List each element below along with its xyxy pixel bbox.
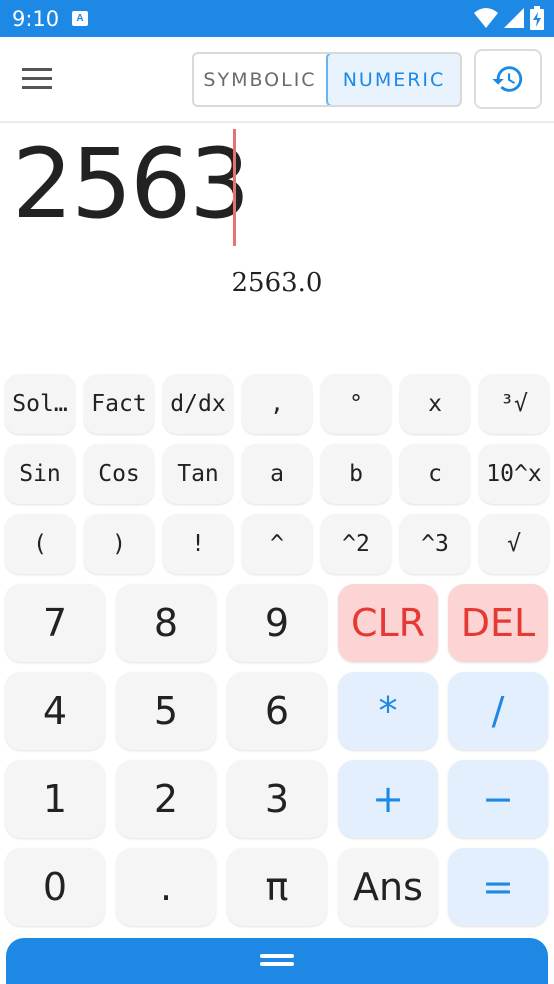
key-2[interactable]: 2 — [116, 760, 216, 838]
drag-handle-icon — [260, 954, 294, 966]
key-a[interactable]: a — [242, 444, 312, 504]
key-equals[interactable]: = — [448, 848, 548, 926]
status-time: 9:10 — [12, 7, 60, 31]
key-b[interactable]: b — [321, 444, 391, 504]
bottom-drawer-handle[interactable] — [6, 938, 548, 984]
key-divide[interactable]: / — [448, 672, 548, 750]
key-cube-root[interactable]: ³√ — [479, 374, 549, 434]
key-decimal[interactable]: . — [116, 848, 216, 926]
key-plus[interactable]: + — [338, 760, 438, 838]
tab-numeric[interactable]: NUMERIC — [326, 54, 460, 105]
key-cos[interactable]: Cos — [84, 444, 154, 504]
wifi-icon — [474, 8, 498, 28]
system-icons — [474, 6, 544, 30]
key-pi[interactable]: π — [227, 848, 327, 926]
key-close-paren[interactable]: ) — [84, 514, 154, 574]
key-7[interactable]: 7 — [5, 584, 105, 662]
notification-icon: A — [72, 11, 88, 26]
key-solve[interactable]: Sol… — [5, 374, 75, 434]
status-bar: 9:10 A — [0, 0, 554, 37]
key-1[interactable]: 1 — [5, 760, 105, 838]
tab-symbolic[interactable]: SYMBOLIC — [194, 54, 326, 105]
app-bar: SYMBOLIC NUMERIC — [0, 37, 554, 123]
history-icon — [492, 66, 523, 92]
key-x[interactable]: x — [400, 374, 470, 434]
key-power[interactable]: ^ — [242, 514, 312, 574]
key-sin[interactable]: Sin — [5, 444, 75, 504]
key-square[interactable]: ^2 — [321, 514, 391, 574]
hamburger-menu-icon[interactable] — [22, 65, 64, 95]
key-8[interactable]: 8 — [116, 584, 216, 662]
key-9[interactable]: 9 — [227, 584, 327, 662]
key-multiply[interactable]: * — [338, 672, 438, 750]
signal-icon — [504, 8, 524, 28]
key-factor[interactable]: Fact — [84, 374, 154, 434]
key-3[interactable]: 3 — [227, 760, 327, 838]
history-button[interactable] — [474, 49, 542, 109]
key-ans[interactable]: Ans — [338, 848, 438, 926]
key-degree[interactable]: ° — [321, 374, 391, 434]
battery-charging-icon — [530, 6, 544, 30]
key-comma[interactable]: , — [242, 374, 312, 434]
text-cursor — [233, 129, 236, 246]
key-tan[interactable]: Tan — [163, 444, 233, 504]
mode-toggle: SYMBOLIC NUMERIC — [192, 52, 462, 107]
expression-input[interactable]: 2563 — [12, 132, 250, 236]
key-5[interactable]: 5 — [116, 672, 216, 750]
key-factorial[interactable]: ! — [163, 514, 233, 574]
key-cube[interactable]: ^3 — [400, 514, 470, 574]
key-6[interactable]: 6 — [227, 672, 327, 750]
key-c[interactable]: c — [400, 444, 470, 504]
key-minus[interactable]: − — [448, 760, 548, 838]
key-4[interactable]: 4 — [5, 672, 105, 750]
delete-button[interactable]: DEL — [448, 584, 548, 662]
key-derivative[interactable]: d/dx — [163, 374, 233, 434]
key-open-paren[interactable]: ( — [5, 514, 75, 574]
key-0[interactable]: 0 — [5, 848, 105, 926]
clear-button[interactable]: CLR — [338, 584, 438, 662]
key-ten-power[interactable]: 10^x — [479, 444, 549, 504]
result-output: 2563.0 — [231, 268, 323, 298]
key-sqrt[interactable]: √ — [479, 514, 549, 574]
